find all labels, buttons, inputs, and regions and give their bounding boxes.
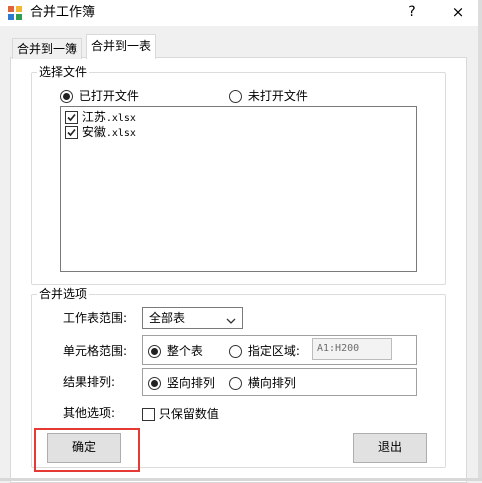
select-files-legend: 选择文件	[37, 65, 90, 79]
chevron-down-icon	[226, 314, 236, 328]
sheet-range-dropdown[interactable]: 全部表	[142, 307, 243, 329]
file-name: 江苏	[81, 110, 106, 124]
checkbox-checked-icon[interactable]	[65, 126, 78, 139]
ok-button[interactable]: 确定	[47, 433, 121, 463]
file-name: 安徽	[81, 125, 106, 139]
radio-selected-icon	[60, 90, 73, 103]
radio-selected-icon	[148, 345, 161, 358]
keep-values-only-label: 只保留数值	[158, 407, 219, 421]
checkbox-checked-icon[interactable]	[65, 111, 78, 124]
radio-unselected-icon	[229, 345, 242, 358]
range-input-value: A1:H200	[317, 343, 360, 354]
radio-selected-icon	[148, 377, 161, 390]
tab-merge-to-workbook[interactable]: 合并到一簿	[12, 38, 83, 59]
radio-opened-files-label: 已打开文件	[78, 89, 139, 103]
sheet-range-value: 全部表	[149, 311, 186, 325]
file-item-jiangsu[interactable]: 江苏.xlsx	[65, 109, 136, 125]
radio-unopened-files-label: 未打开文件	[247, 89, 308, 103]
window-title: 合并工作簿	[30, 5, 96, 20]
sheet-range-label: 工作表范围:	[63, 311, 128, 325]
window-border-right	[478, 0, 482, 481]
keep-values-only-checkbox[interactable]: 只保留数值	[142, 405, 219, 422]
radio-horizontal[interactable]: 横向排列	[229, 374, 296, 391]
help-button[interactable]: ?	[402, 2, 422, 22]
radio-vertical-label: 竖向排列	[166, 376, 215, 390]
range-input[interactable]: A1:H200	[312, 338, 392, 360]
checkbox-unchecked-icon	[142, 408, 155, 421]
other-options-label: 其他选项:	[63, 406, 116, 420]
radio-specified-range[interactable]: 指定区域:	[229, 342, 300, 359]
radio-specified-range-label: 指定区域:	[247, 344, 300, 358]
radio-unselected-icon	[229, 377, 242, 390]
radio-unselected-icon	[229, 90, 242, 103]
file-extension: .xlsx	[105, 113, 136, 124]
radio-unopened-files[interactable]: 未打开文件	[229, 87, 308, 104]
radio-horizontal-label: 横向排列	[247, 376, 296, 390]
excel-app-icon	[7, 5, 23, 21]
radio-opened-files[interactable]: 已打开文件	[60, 87, 139, 104]
result-order-label: 结果排列:	[63, 375, 116, 389]
cell-range-label: 单元格范围:	[63, 344, 128, 358]
radio-whole-sheet[interactable]: 整个表	[148, 342, 203, 359]
tab-merge-to-sheet[interactable]: 合并到一表	[86, 34, 157, 59]
merge-options-legend: 合并选项	[37, 287, 90, 301]
close-button[interactable]: ×	[448, 2, 468, 22]
file-listbox[interactable]: 江苏.xlsx 安徽.xlsx	[60, 106, 417, 272]
file-extension: .xlsx	[105, 128, 136, 139]
radio-whole-sheet-label: 整个表	[166, 344, 203, 358]
exit-button[interactable]: 退出	[353, 433, 427, 463]
file-item-anhui[interactable]: 安徽.xlsx	[65, 124, 136, 140]
radio-vertical[interactable]: 竖向排列	[148, 374, 215, 391]
